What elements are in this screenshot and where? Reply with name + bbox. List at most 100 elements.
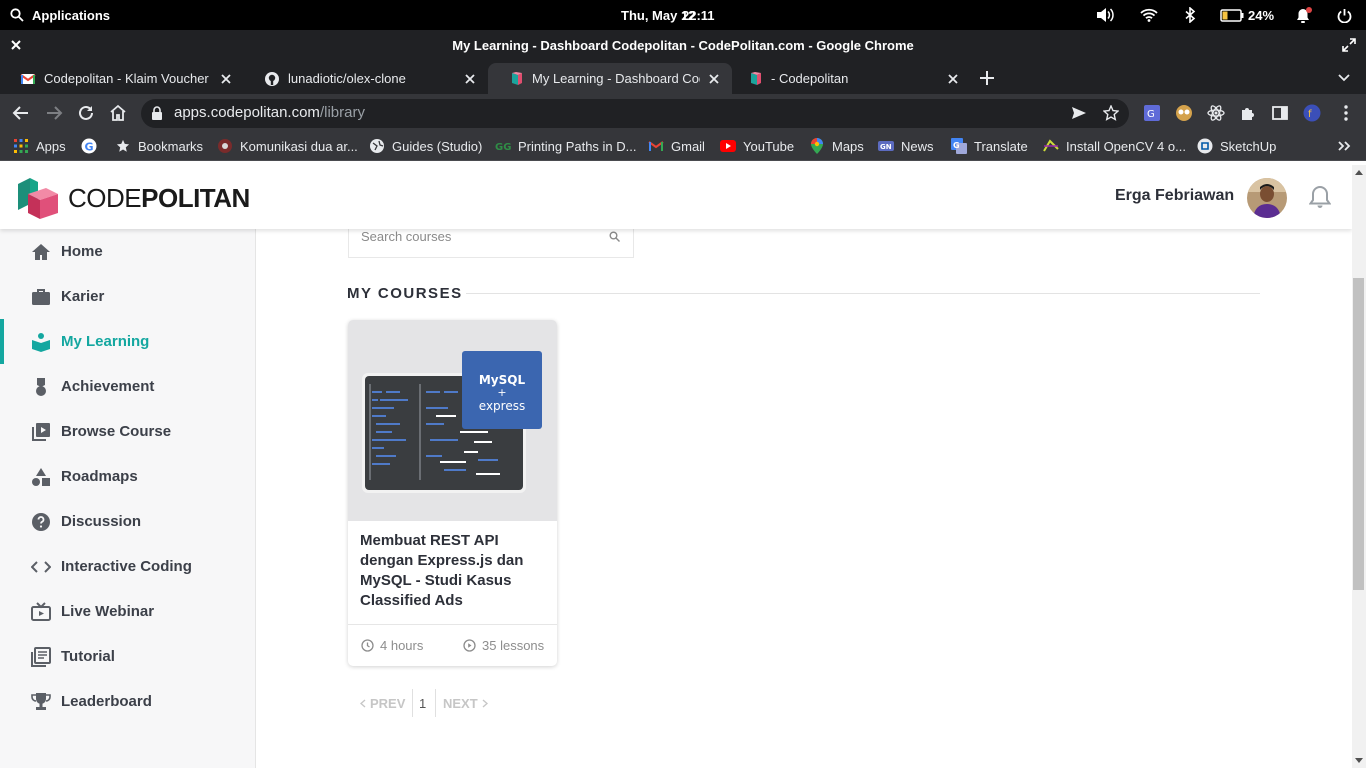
logo-text-light: CODE — [68, 183, 142, 213]
gfg-icon: GG — [495, 138, 511, 154]
svg-text:G: G — [953, 141, 960, 150]
bookmark-label: Komunikasi dua ar... — [240, 138, 358, 154]
forward-arrow-icon[interactable] — [45, 104, 63, 122]
tab-github-olex-clone[interactable]: lunadiotic/olex-clone — [244, 63, 488, 94]
bookmark-apps[interactable]: Apps — [13, 131, 66, 161]
notification-bell-icon[interactable] — [1295, 6, 1313, 23]
sidebar-item-interactive-coding[interactable]: Interactive Coding — [0, 544, 255, 589]
bookmark-label: YouTube — [743, 138, 795, 154]
extensions-puzzle-icon[interactable] — [1239, 104, 1257, 122]
bookmark-news[interactable]: GN News — [878, 131, 934, 161]
window-restore-icon[interactable] — [1342, 38, 1356, 52]
tab-klaim-voucher[interactable]: Codepolitan - Klaim Voucher - C — [0, 63, 244, 94]
sidebar-item-home[interactable]: Home — [0, 229, 255, 274]
profile-avatar-icon[interactable]: f — [1303, 104, 1321, 122]
volume-icon[interactable] — [1095, 7, 1115, 23]
sidebar-item-label: My Learning — [61, 333, 150, 350]
bookmark-google[interactable]: G — [81, 131, 104, 161]
scroll-up-arrow-icon[interactable] — [1355, 169, 1363, 175]
bookmark-install-opencv[interactable]: Install OpenCV 4 o... — [1043, 131, 1186, 161]
bookmark-komunikasi[interactable]: Komunikasi dua ar... — [217, 131, 358, 161]
window-close-icon[interactable] — [9, 30, 23, 61]
bluetooth-icon[interactable] — [1184, 7, 1196, 23]
os-time[interactable]: 22:11 — [682, 0, 715, 30]
bookmark-label: News — [901, 138, 934, 154]
course-lessons-text: 35 lessons — [482, 638, 545, 653]
battery-percent: 24% — [1248, 7, 1275, 23]
sidebar-item-leaderboard[interactable]: Leaderboard — [0, 679, 255, 724]
wifi-icon[interactable] — [1140, 7, 1158, 23]
back-arrow-icon[interactable] — [12, 104, 30, 122]
translate-extension-icon[interactable]: G — [1143, 104, 1161, 122]
tab-close-icon[interactable] — [462, 71, 478, 87]
badge-mysql-text: MySQL — [478, 373, 526, 387]
pagination-prev-button[interactable]: PREV — [360, 696, 405, 711]
bookmark-sketchup[interactable]: SketchUp — [1197, 131, 1276, 161]
bookmark-star-icon[interactable] — [1103, 105, 1119, 121]
battery-icon[interactable] — [1220, 7, 1244, 23]
bookmark-gmail[interactable]: Gmail — [648, 131, 705, 161]
bookmark-bookmarks[interactable]: Bookmarks — [115, 131, 203, 161]
sidebar-item-label: Interactive Coding — [61, 558, 192, 575]
sidebar-item-achievement[interactable]: Achievement — [0, 364, 255, 409]
power-icon[interactable] — [1336, 7, 1352, 23]
globe-icon — [369, 138, 385, 154]
sidebar-item-karier[interactable]: Karier — [0, 274, 255, 319]
bookmarks-overflow[interactable] — [1336, 131, 1359, 161]
sidebar-item-browse-course[interactable]: Browse Course — [0, 409, 255, 454]
sidebar-item-live-webinar[interactable]: Live Webinar — [0, 589, 255, 634]
scroll-down-arrow-icon[interactable] — [1355, 758, 1363, 764]
tab-label: My Learning - Dashboard Codepolitan — [532, 71, 700, 86]
sidebar-item-label: Home — [61, 243, 103, 260]
tab-close-icon[interactable] — [218, 71, 234, 87]
tab-my-learning[interactable]: My Learning - Dashboard Codepolitan — [488, 63, 732, 94]
scrollbar-thumb[interactable] — [1353, 278, 1364, 590]
page-viewport: CODEPOLITAN Erga Febriawan Home Karier M… — [0, 165, 1352, 768]
bookmark-printing-paths[interactable]: GG Printing Paths in D... — [495, 131, 637, 161]
bookmark-guides-studio[interactable]: Guides (Studio) — [369, 131, 482, 161]
chrome-menu-icon[interactable] — [1337, 104, 1355, 122]
sidebar-item-discussion[interactable]: Discussion — [0, 499, 255, 544]
bookmark-maps[interactable]: Maps — [809, 131, 864, 161]
notification-bell-icon[interactable] — [1309, 185, 1331, 209]
react-devtools-icon[interactable] — [1207, 104, 1225, 122]
bookmarks-bar: Apps G Bookmarks Komunikasi dua ar... Gu… — [0, 131, 1366, 161]
pagination-page-1[interactable]: 1 — [419, 696, 426, 711]
article-icon — [31, 646, 51, 667]
course-card-divider — [348, 624, 557, 625]
sidebar-item-tutorial[interactable]: Tutorial — [0, 634, 255, 679]
pagination-prev-label: PREV — [370, 696, 406, 711]
bookmark-youtube[interactable]: YouTube — [720, 131, 794, 161]
chevron-left-icon — [360, 699, 366, 708]
codepolitan-logo-text[interactable]: CODEPOLITAN — [68, 183, 250, 214]
codepolitan-logo-icon[interactable] — [16, 176, 60, 220]
owl-extension-icon[interactable] — [1175, 104, 1193, 122]
send-tab-icon[interactable] — [1071, 105, 1087, 121]
pagination-next-button[interactable]: NEXT — [443, 696, 488, 711]
pagination-next-label: NEXT — [443, 696, 478, 711]
user-name[interactable]: Erga Febriawan — [1115, 187, 1234, 205]
bookmark-favicon — [217, 138, 233, 154]
course-thumbnail[interactable]: MySQL + express — [348, 320, 557, 521]
sidebar-item-label: Roadmaps — [61, 468, 138, 485]
sidebar-item-label: Live Webinar — [61, 603, 155, 620]
os-applications-menu[interactable]: Applications — [10, 0, 110, 30]
tab-codepolitan[interactable]: - Codepolitan — [727, 63, 971, 94]
sidebar-item-roadmaps[interactable]: Roadmaps — [0, 454, 255, 499]
tab-label: lunadiotic/olex-clone — [288, 71, 406, 86]
bookmark-translate[interactable]: G Translate — [951, 131, 1028, 161]
side-panel-icon[interactable] — [1271, 104, 1289, 122]
tab-close-icon[interactable] — [706, 71, 722, 87]
sidebar-item-my-learning[interactable]: My Learning — [0, 319, 255, 364]
reload-icon[interactable] — [77, 104, 95, 122]
course-title[interactable]: Membuat REST API dengan Express.js dan M… — [360, 531, 546, 611]
home-icon[interactable] — [109, 104, 127, 122]
new-tab-plus-icon[interactable] — [978, 69, 996, 87]
search-input[interactable] — [361, 229, 601, 244]
course-card[interactable]: MySQL + express Membuat REST API dengan … — [348, 320, 557, 666]
lock-icon[interactable] — [151, 106, 163, 121]
tab-search-chevron-icon[interactable] — [1336, 69, 1352, 85]
search-icon[interactable] — [609, 231, 620, 242]
avatar[interactable] — [1247, 178, 1287, 218]
tab-close-icon[interactable] — [945, 71, 961, 87]
